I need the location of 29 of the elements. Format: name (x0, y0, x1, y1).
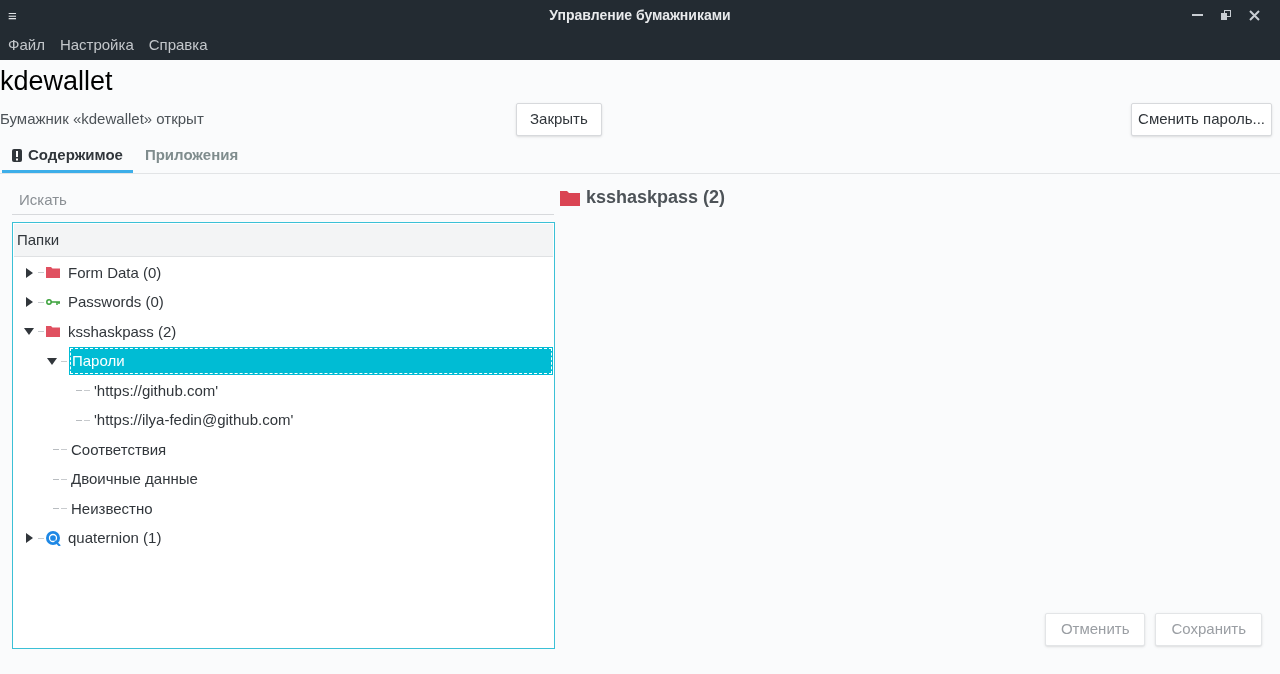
tree-item[interactable]: 'https://ilya-fedin@github.com' (92, 409, 296, 432)
key-icon (46, 298, 60, 307)
menu-item[interactable]: Файл (8, 33, 45, 57)
menu-item[interactable]: Справка (148, 33, 208, 57)
alert-icon (12, 149, 22, 162)
tree-item[interactable]: Соответствия (69, 438, 169, 461)
tree-item[interactable]: Form Data (0) (66, 261, 164, 284)
menu-icon[interactable]: ≡ (8, 7, 17, 23)
close-wallet-button[interactable]: Закрыть (516, 102, 602, 136)
wallet-status: Бумажник «kdewallet» открыт (0, 108, 205, 129)
menu-item[interactable]: Настройка (59, 33, 134, 57)
tree-item[interactable]: Passwords (0) (66, 291, 166, 314)
tree-item[interactable]: quaternion (1) (66, 527, 164, 550)
tree-item[interactable]: Двоичные данные (69, 468, 200, 491)
folder-title: ksshaskpass (2) (586, 186, 726, 209)
column-header[interactable]: Папки (14, 224, 553, 257)
change-password-button[interactable]: Сменить пароль... (1131, 102, 1272, 136)
folder-icon (46, 267, 60, 279)
search-field[interactable]: Искать (12, 184, 554, 215)
restore-icon[interactable] (1221, 10, 1231, 20)
close-icon[interactable] (1249, 9, 1260, 21)
folder-icon (46, 326, 60, 338)
folder-icon (560, 189, 580, 206)
tab[interactable]: Содержимое (2, 141, 133, 173)
tree-item[interactable]: Неизвестно (69, 497, 155, 520)
tree-item[interactable]: 'https://github.com' (92, 379, 221, 402)
window-title: Управление бумажниками (549, 5, 731, 25)
wallet-name: kdewallet (0, 65, 114, 98)
tree-item[interactable]: ksshaskpass (2) (66, 320, 179, 343)
